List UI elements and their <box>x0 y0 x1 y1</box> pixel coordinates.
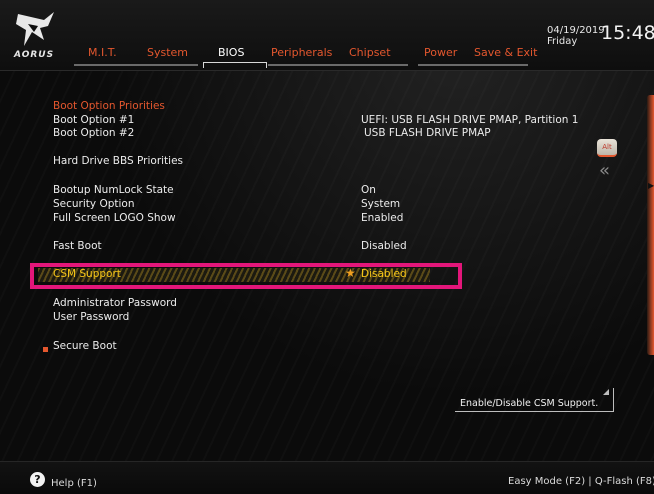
security-option-label: Security Option <box>53 198 135 210</box>
tab-save-exit[interactable]: Save & Exit <box>474 46 537 59</box>
boot-option-1-label: Boot Option #1 <box>53 114 135 126</box>
csm-support-label[interactable]: CSM Support <box>53 268 121 280</box>
secure-boot-label[interactable]: Secure Boot <box>53 340 117 352</box>
alt-key-icon[interactable]: Alt <box>597 139 617 157</box>
day-text: Friday <box>547 36 578 47</box>
secure-boot-row[interactable]: Secure Boot <box>0 340 620 354</box>
logo-show-label: Full Screen LOGO Show <box>53 212 176 224</box>
help-f1-label[interactable]: Help (F1) <box>51 478 97 489</box>
tab-active-indicator <box>203 62 267 68</box>
tab-system[interactable]: System <box>147 46 188 59</box>
logo-show-row[interactable]: Full Screen LOGO Show Enabled <box>0 212 620 226</box>
user-password-label[interactable]: User Password <box>53 311 129 323</box>
date-text: 04/19/2019 <box>547 25 605 36</box>
boot-option-2-value[interactable]: USB FLASH DRIVE PMAP <box>364 127 491 139</box>
header-bar: AORUS M.I.T. System BIOS Peripherals Chi… <box>0 0 654 71</box>
hdd-bbs-row[interactable]: Hard Drive BBS Priorities <box>0 155 620 169</box>
favorite-star-icon[interactable]: ★ <box>345 266 356 280</box>
tab-bios[interactable]: BIOS <box>218 46 244 59</box>
easy-mode-qflash-label[interactable]: Easy Mode (F2) | Q-Flash (F8) <box>508 476 654 487</box>
fast-boot-value[interactable]: Disabled <box>361 240 407 252</box>
tab-chipset[interactable]: Chipset <box>349 46 391 59</box>
fast-boot-row[interactable]: Fast Boot Disabled <box>0 240 620 254</box>
help-description-text: Enable/Disable CSM Support. <box>460 398 599 409</box>
numlock-label: Bootup NumLock State <box>53 184 174 196</box>
side-panel-tab[interactable] <box>647 95 654 355</box>
tab-divider <box>74 64 198 66</box>
help-question-icon[interactable]: ? <box>30 472 45 487</box>
date-display: 04/19/2019 Friday <box>547 25 605 47</box>
numlock-value[interactable]: On <box>361 184 376 196</box>
boot-option-2-row[interactable]: Boot Option #2 USB FLASH DRIVE PMAP <box>0 127 620 141</box>
security-option-row[interactable]: Security Option System <box>0 198 620 212</box>
numlock-row[interactable]: Bootup NumLock State On <box>0 184 620 198</box>
clock-time: 15:48 <box>601 22 654 44</box>
collapse-chevron-icon[interactable]: « <box>599 160 610 181</box>
tab-divider <box>418 64 528 66</box>
aorus-eagle-logo-icon <box>16 12 54 46</box>
panel-expand-arrow-icon[interactable]: ▶ <box>648 181 654 190</box>
help-box-corner-icon <box>603 389 609 395</box>
fast-boot-label: Fast Boot <box>53 240 102 252</box>
logo-show-value[interactable]: Enabled <box>361 212 403 224</box>
boot-option-1-value[interactable]: UEFI: USB FLASH DRIVE PMAP, Partition 1 <box>361 114 578 126</box>
boot-priorities-header-row: Boot Option Priorities <box>0 100 620 114</box>
tab-peripherals[interactable]: Peripherals <box>271 46 332 59</box>
hdd-bbs-label[interactable]: Hard Drive BBS Priorities <box>53 155 183 167</box>
user-password-row[interactable]: User Password <box>0 311 620 325</box>
tab-power[interactable]: Power <box>424 46 457 59</box>
tab-divider <box>268 64 408 66</box>
admin-password-row[interactable]: Administrator Password <box>0 297 620 311</box>
boot-priorities-header: Boot Option Priorities <box>53 100 165 112</box>
security-option-value[interactable]: System <box>361 198 400 210</box>
admin-password-label[interactable]: Administrator Password <box>53 297 177 309</box>
brand-logo-text: AORUS <box>14 50 55 60</box>
boot-option-2-label: Boot Option #2 <box>53 127 135 139</box>
tab-mit[interactable]: M.I.T. <box>88 46 117 59</box>
boot-option-1-row[interactable]: Boot Option #1 UEFI: USB FLASH DRIVE PMA… <box>0 114 620 128</box>
csm-support-value[interactable]: Disabled <box>361 268 407 280</box>
